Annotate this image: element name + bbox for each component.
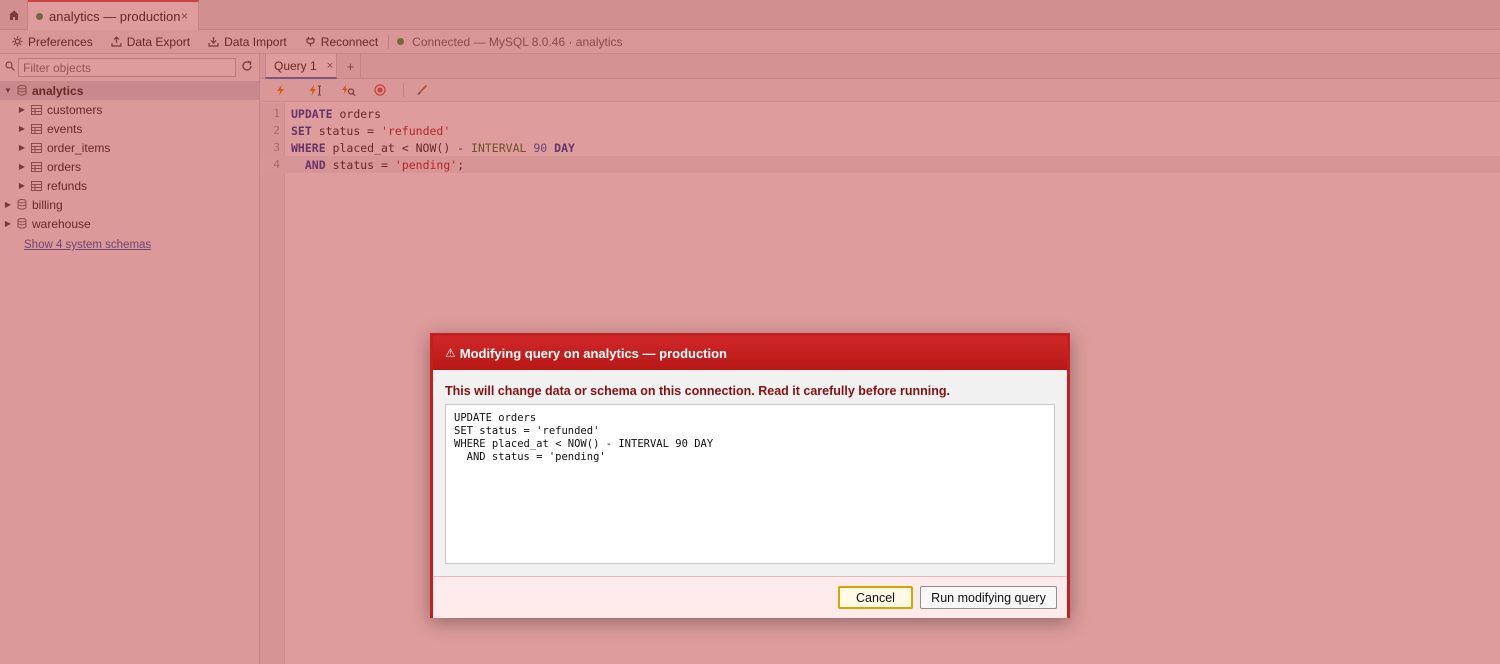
cancel-button[interactable]: Cancel [838, 586, 913, 609]
dialog-footer: Cancel Run modifying query [433, 576, 1067, 618]
run-modifying-query-button[interactable]: Run modifying query [920, 586, 1057, 609]
dialog-message: This will change data or schema on this … [445, 384, 950, 398]
warning-icon: ⚠ [445, 346, 456, 360]
dialog-title: Modifying query on analytics — productio… [459, 345, 728, 361]
dialog-sql-preview: UPDATE orders SET status = 'refunded' WH… [445, 404, 1055, 564]
modifying-query-dialog: ⚠ Modifying query on analytics — product… [430, 333, 1070, 618]
dialog-title-bar: ⚠ Modifying query on analytics — product… [433, 336, 1067, 370]
